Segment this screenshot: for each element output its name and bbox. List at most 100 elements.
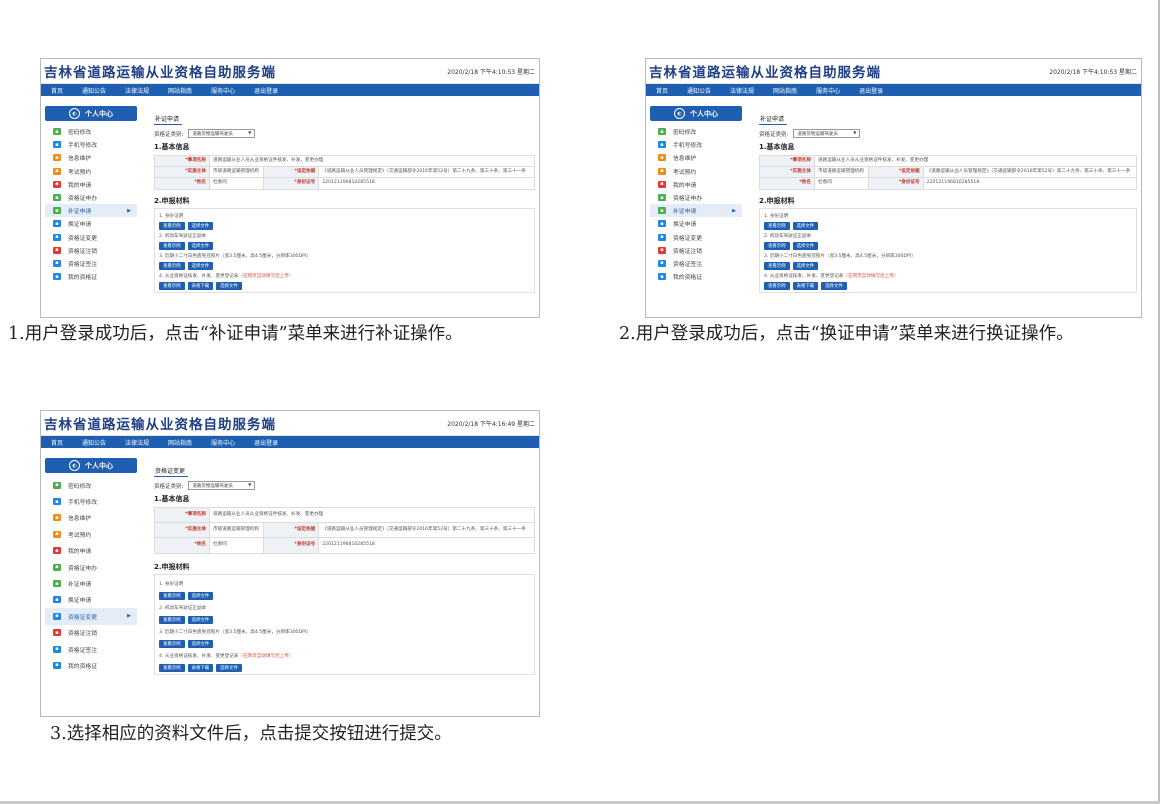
view-example-button[interactable]: 查看示例 [764, 281, 790, 290]
nav-notice[interactable]: 通知公告 [82, 86, 106, 95]
sidebar-item[interactable]: ▪ 资格证变更 [650, 231, 742, 244]
sidebar-item[interactable]: ▪ 我的申请 [45, 543, 137, 559]
nav-notice[interactable]: 通知公告 [82, 438, 106, 447]
nav-law[interactable]: 法律法规 [125, 438, 149, 447]
nav-service[interactable]: 服务中心 [211, 86, 235, 95]
nav-guide[interactable]: 网站指南 [773, 86, 797, 95]
sidebar-item[interactable]: ▪ 资格证注销 [650, 244, 742, 257]
sidebar-item[interactable]: ▪ 补证申请 ▶ [650, 204, 742, 218]
sidebar-item[interactable]: ▪ 资格证变更 ▶ [45, 608, 137, 625]
cert-type-select[interactable]: 道路货物运输驾驶员 ▼ [188, 481, 256, 490]
choose-file-button[interactable]: 选择文件 [187, 261, 214, 270]
view-example-button[interactable]: 查看示例 [159, 663, 185, 672]
site-title: 吉林省道路运输从业资格自助服务端 [44, 65, 276, 81]
sidebar-item[interactable]: ▪ 信息维护 [45, 151, 137, 164]
view-example-button[interactable]: 查看示例 [159, 639, 185, 648]
download-form-button[interactable]: 表格下载 [187, 281, 214, 290]
view-example-button[interactable]: 查看示例 [159, 221, 185, 230]
sidebar-item[interactable]: ▪ 信息维护 [650, 151, 742, 164]
choose-file-button[interactable]: 选择文件 [187, 221, 214, 230]
sidebar-item[interactable]: ▪ 资格证签注 [45, 641, 137, 657]
nav-home[interactable]: 首页 [51, 438, 63, 447]
sidebar-item[interactable]: ▪ 手机号修改 [45, 493, 137, 509]
sidebar-item[interactable]: ▪ 资格证注销 [45, 625, 137, 641]
sidebar-item[interactable]: ▪ 资格证申办 [45, 191, 137, 204]
sidebar-item[interactable]: ▪ 密码修改 [45, 477, 137, 493]
sidebar-item-label: 我的申请 [673, 182, 697, 189]
cert-type-row: 资格证类别: 道路货物运输驾驶员 ▼ [154, 129, 535, 138]
choose-file-button[interactable]: 选择文件 [792, 221, 819, 230]
choose-file-button[interactable]: 选择文件 [187, 241, 214, 250]
field-label-basis: *设定依据 [867, 166, 924, 179]
page-tab[interactable]: 补证申请 [759, 114, 788, 125]
sidebar-item[interactable]: ▪ 资格证注销 [45, 244, 137, 257]
sidebar-item[interactable]: ▪ 资格证变更 [45, 231, 137, 244]
nav-home[interactable]: 首页 [51, 86, 63, 95]
download-form-button[interactable]: 表格下载 [187, 663, 214, 672]
view-example-button[interactable]: 查看示例 [159, 591, 185, 600]
material-text: 1. 身份证明 [764, 213, 789, 219]
nav-home[interactable]: 首页 [656, 86, 668, 95]
sidebar-item[interactable]: ▪ 换证申请 [650, 217, 742, 230]
view-example-button[interactable]: 查看示例 [159, 281, 185, 290]
download-form-button[interactable]: 表格下载 [792, 281, 819, 290]
choose-file-button[interactable]: 选择文件 [216, 663, 242, 672]
material-text: 4. 从业资格证核发、补发、变更登记表 [159, 653, 239, 659]
user-icon: ◐ [674, 108, 685, 119]
nav-guide[interactable]: 网站指南 [168, 86, 192, 95]
choose-file-button[interactable]: 选择文件 [821, 281, 847, 290]
sidebar-item[interactable]: ▪ 我的申请 [650, 178, 742, 191]
sidebar-item[interactable]: ▪ 换证申请 [45, 217, 137, 230]
cert-type-select[interactable]: 道路货物运输驾驶员 ▼ [793, 129, 861, 138]
sidebar-item[interactable]: ▪ 我的申请 [45, 178, 137, 191]
choose-file-button[interactable]: 选择文件 [187, 639, 214, 648]
sidebar-item[interactable]: ▪ 密码修改 [650, 125, 742, 138]
sidebar-item[interactable]: ▪ 考试预约 [650, 165, 742, 178]
nav-law[interactable]: 法律法规 [125, 86, 149, 95]
sidebar-item-label: 补证申请 [673, 209, 697, 216]
sidebar-item[interactable]: ▪ 考试预约 [45, 526, 137, 542]
sidebar-item[interactable]: ▪ 手机号修改 [45, 138, 137, 151]
sidebar-item[interactable]: ▪ 我的资格证 [45, 657, 137, 673]
view-example-button[interactable]: 查看示例 [764, 241, 790, 250]
nav-notice[interactable]: 通知公告 [687, 86, 711, 95]
nav-logout[interactable]: 退出登录 [254, 86, 278, 95]
cert-type-select[interactable]: 道路货物运输驾驶员 ▼ [188, 129, 256, 138]
sidebar-item[interactable]: ▪ 手机号修改 [650, 138, 742, 151]
material-item: 4. 从业资格证核发、补发、变更登记表（在网页自动填写后上传） [159, 273, 530, 279]
sidebar-item[interactable]: ▪ 资格证签注 [45, 257, 137, 270]
choose-file-button[interactable]: 选择文件 [187, 591, 214, 600]
nav-service[interactable]: 服务中心 [211, 438, 235, 447]
sidebar-item[interactable]: ▪ 考试预约 [45, 165, 137, 178]
nav-law[interactable]: 法律法规 [730, 86, 754, 95]
view-example-button[interactable]: 查看示例 [764, 261, 790, 270]
sidebar-item[interactable]: ▪ 资格证申办 [650, 191, 742, 204]
view-example-button[interactable]: 查看示例 [159, 241, 185, 250]
choose-file-button[interactable]: 选择文件 [792, 241, 819, 250]
view-example-button[interactable]: 查看示例 [159, 615, 185, 624]
nav-logout[interactable]: 退出登录 [254, 438, 278, 447]
materials-box: 1. 身份证明 查看示例 选择文件 2. 机动车驾驶证正副本 查看示例 选择文件 3. 近期… [154, 573, 535, 675]
user-icon: ◐ [69, 108, 80, 119]
sidebar-item[interactable]: ▪ 我的资格证 [650, 270, 742, 283]
sidebar-item[interactable]: ▪ 我的资格证 [45, 270, 137, 283]
site-title: 吉林省道路运输从业资格自助服务端 [44, 417, 276, 433]
material-buttons: 查看示例 选择文件 [159, 591, 530, 600]
choose-file-button[interactable]: 选择文件 [792, 261, 819, 270]
sidebar-item[interactable]: ▪ 补证申请 [45, 575, 137, 591]
nav-guide[interactable]: 网站指南 [168, 438, 192, 447]
sidebar-item[interactable]: ▪ 补证申请 ▶ [45, 204, 137, 218]
view-example-button[interactable]: 查看示例 [159, 261, 185, 270]
sidebar-item[interactable]: ▪ 换证申请 [45, 592, 137, 608]
sidebar-item[interactable]: ▪ 资格证申办 [45, 559, 137, 575]
page-tab[interactable]: 补证申请 [154, 114, 183, 125]
view-example-button[interactable]: 查看示例 [764, 221, 790, 230]
sidebar-item[interactable]: ▪ 密码修改 [45, 125, 137, 138]
choose-file-button[interactable]: 选择文件 [216, 281, 242, 290]
sidebar-item[interactable]: ▪ 资格证签注 [650, 257, 742, 270]
page-tab[interactable]: 资格证变更 [154, 466, 189, 477]
nav-logout[interactable]: 退出登录 [859, 86, 883, 95]
choose-file-button[interactable]: 选择文件 [187, 615, 214, 624]
nav-service[interactable]: 服务中心 [816, 86, 840, 95]
sidebar-item[interactable]: ▪ 信息维护 [45, 510, 137, 526]
